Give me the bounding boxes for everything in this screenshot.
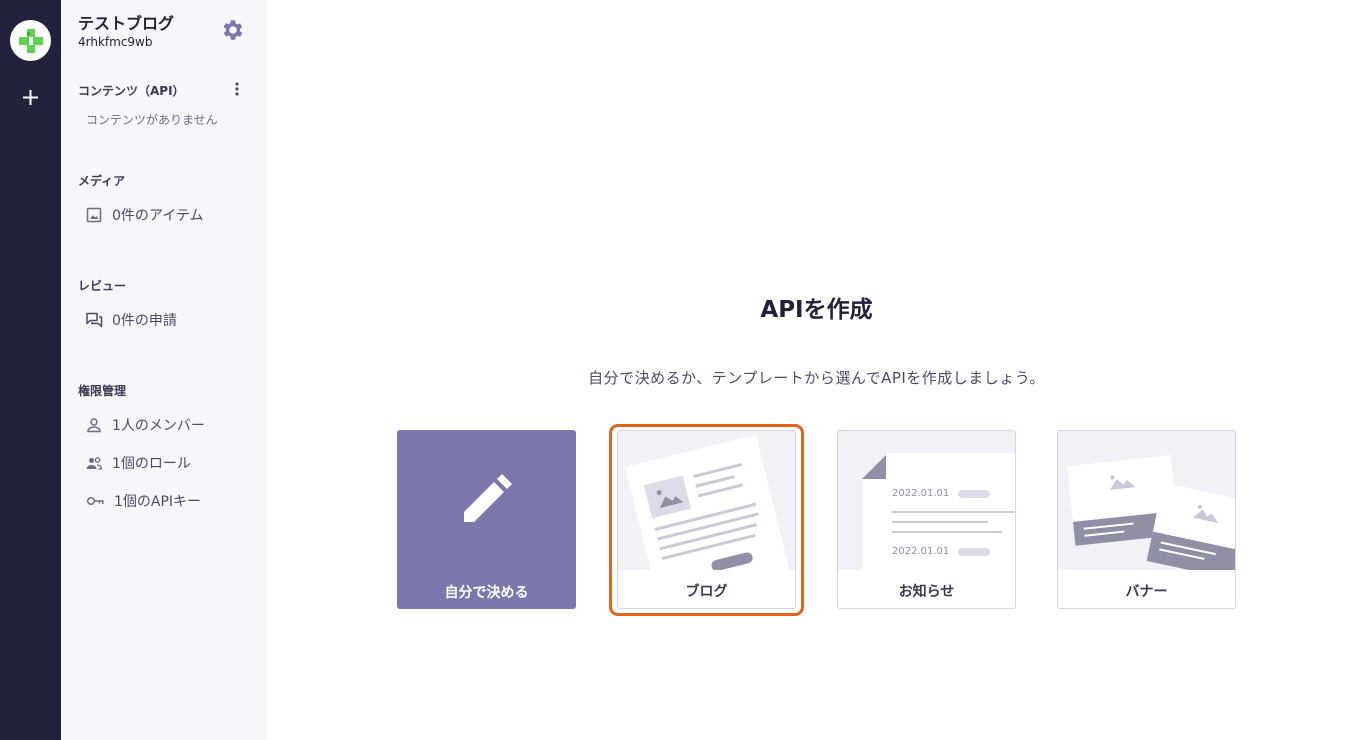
kebab-menu-icon[interactable] xyxy=(229,80,245,98)
card-label: バナー xyxy=(1125,584,1168,600)
sidebar-item-media[interactable]: 0件のアイテム xyxy=(85,203,204,227)
news-date-2: 2022.01.01 xyxy=(892,546,950,557)
service-id: 4rhkfmc9wb xyxy=(78,35,153,49)
section-title-permissions: 権限管理 xyxy=(78,384,127,398)
service-logo-icon xyxy=(18,28,43,53)
content-empty-note: コンテンツがありません xyxy=(86,113,218,127)
card-news[interactable]: 2022.01.01 2022.01.01 お知らせ xyxy=(837,430,1016,609)
key-icon xyxy=(86,496,104,506)
card-banner[interactable]: バナー xyxy=(1057,430,1236,609)
card-blog[interactable]: ブログ xyxy=(617,430,796,609)
sidebar-item-members[interactable]: 1人のメンバー xyxy=(85,413,205,437)
image-icon xyxy=(86,207,102,223)
service-name: テストブログ xyxy=(78,14,175,33)
page-title: APIを作成 xyxy=(760,297,873,323)
card-label: ブログ xyxy=(685,584,728,600)
sidebar: テストブログ 4rhkfmc9wb コンテンツ（API） コンテンツがありません… xyxy=(61,0,266,740)
sidebar-item-label: 1個のAPIキー xyxy=(114,494,202,510)
page-subtitle: 自分で決めるか、テンプレートから選んでAPIを作成しましょう。 xyxy=(588,369,1045,387)
blog-illustration xyxy=(618,431,795,570)
person-icon xyxy=(87,418,101,433)
card-label: 自分で決める xyxy=(444,585,529,601)
sidebar-item-label: 0件の申請 xyxy=(112,313,177,329)
card-custom[interactable]: 自分で決める xyxy=(397,430,576,609)
sidebar-item-api-keys[interactable]: 1個のAPIキー xyxy=(85,489,201,513)
chat-icon xyxy=(86,312,103,328)
section-title-content: コンテンツ（API） xyxy=(78,84,185,98)
service-avatar[interactable] xyxy=(10,20,51,61)
gear-icon[interactable] xyxy=(220,17,246,43)
plus-icon[interactable] xyxy=(18,85,43,110)
people-icon xyxy=(86,457,103,470)
sidebar-item-label: 1個のロール xyxy=(112,456,191,472)
section-title-media: メディア xyxy=(78,174,126,188)
section-title-review: レビュー xyxy=(78,279,127,293)
news-illustration: 2022.01.01 2022.01.01 xyxy=(838,431,1015,570)
news-date-1: 2022.01.01 xyxy=(892,488,950,499)
pencil-icon xyxy=(464,474,512,522)
sidebar-item-roles[interactable]: 1個のロール xyxy=(85,451,191,475)
sidebar-item-label: 1人のメンバー xyxy=(112,418,205,434)
sidebar-item-review[interactable]: 0件の申請 xyxy=(85,308,177,332)
banner-illustration xyxy=(1058,431,1235,570)
card-label: お知らせ xyxy=(898,584,955,600)
service-rail xyxy=(0,0,61,740)
sidebar-item-label: 0件のアイテム xyxy=(112,208,204,224)
app-root: テストブログ 4rhkfmc9wb コンテンツ（API） コンテンツがありません… xyxy=(0,0,1367,740)
